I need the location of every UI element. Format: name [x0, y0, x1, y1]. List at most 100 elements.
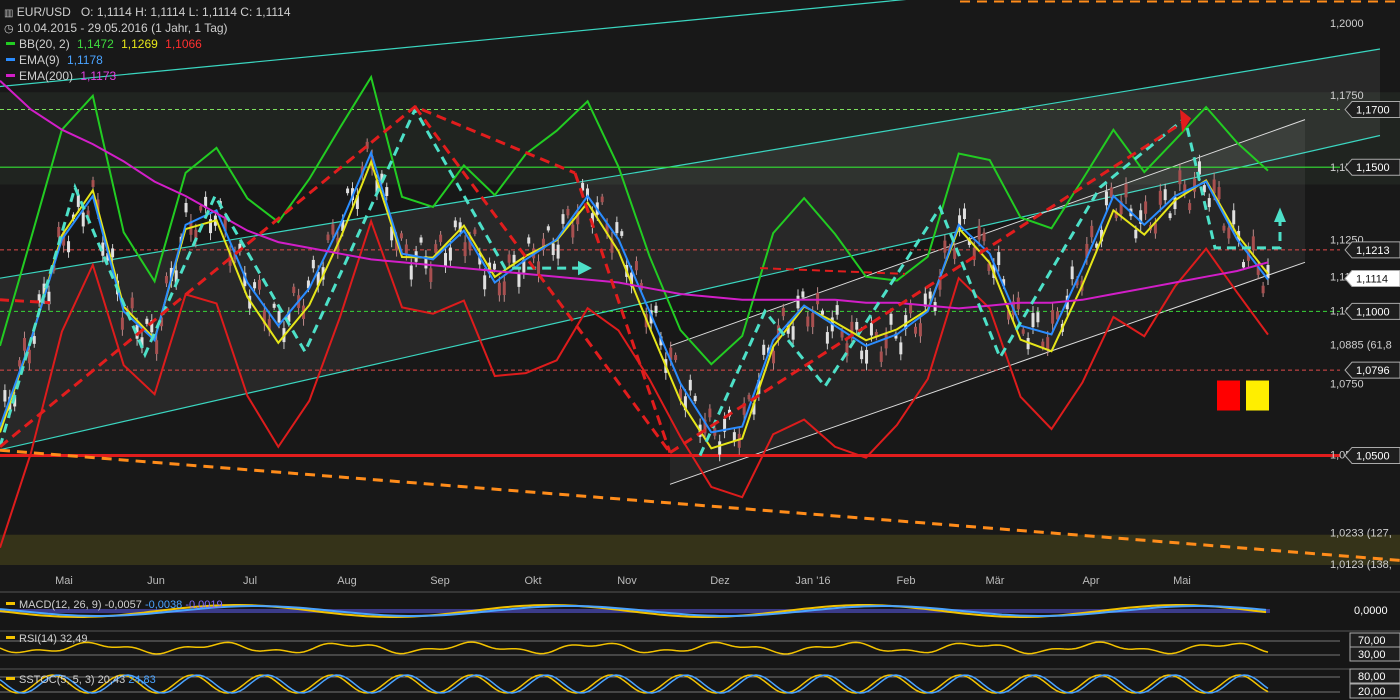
- candle-body: [1090, 225, 1094, 238]
- candle-body: [762, 344, 766, 355]
- candle-body: [76, 195, 80, 207]
- red-marker-square: [1217, 380, 1240, 411]
- candle-body: [130, 297, 134, 309]
- candle-body: [781, 307, 785, 317]
- x-axis-label: Jul: [243, 575, 257, 587]
- subpanel-value-label: 30,00: [1358, 649, 1386, 661]
- x-axis-label: Dez: [710, 575, 730, 587]
- candle-body: [865, 349, 869, 364]
- candle-body: [1036, 312, 1040, 323]
- candle-body: [801, 291, 805, 298]
- rsi-swatch: [6, 636, 15, 640]
- price-chart: 1,20001,17501,1501 (0,001,12501,1120 (38…: [0, 0, 1400, 700]
- candle-body: [507, 254, 511, 263]
- candle-body: [1070, 266, 1074, 280]
- rsi-legend[interactable]: RSI(14) 32,49: [4, 633, 88, 645]
- legend-bb[interactable]: BB(20, 2) 1,1472 1,1269 1,1066: [4, 37, 202, 51]
- candle-body: [326, 234, 330, 241]
- chart-type-icon: ▥: [4, 8, 14, 19]
- subpanel-value-label: 0,0000: [1354, 605, 1388, 617]
- candle-body: [615, 222, 619, 234]
- candle-body: [889, 313, 893, 325]
- candle-body: [914, 326, 918, 334]
- y-axis-tick-label: 1,2000: [1330, 18, 1364, 30]
- price-box-label: 1,1114: [1356, 273, 1388, 285]
- candle-body: [997, 252, 1001, 266]
- candle-body: [835, 305, 839, 315]
- x-axis-label: Jun: [147, 575, 165, 587]
- candle-body: [820, 310, 824, 315]
- candle-body: [825, 332, 829, 344]
- bb-lower-value: 1,1066: [165, 37, 202, 51]
- macd-value-2: -0,0038: [144, 599, 183, 611]
- ema9-swatch: [6, 57, 15, 61]
- x-axis-label: Nov: [617, 575, 637, 587]
- symbol-label: EUR/USD: [16, 5, 71, 19]
- candle-body: [855, 322, 859, 330]
- bb-mid-value: 1,1472: [77, 37, 114, 51]
- candle-body: [439, 234, 443, 243]
- header-symbol-row: ▥ EUR/USD O: 1,1114 H: 1,1114 L: 1,1114 …: [4, 5, 291, 19]
- macd-legend[interactable]: MACD(12, 26, 9) -0,0057 -0,0038 -0,0019: [4, 599, 223, 611]
- candle-body: [1227, 227, 1231, 239]
- x-axis-label: Mai: [1173, 575, 1191, 587]
- candle-body: [277, 310, 281, 323]
- stoch-label: SSTOC(5, 5, 3): [19, 674, 95, 686]
- yellow-marker-square: [1246, 380, 1269, 411]
- candle-body: [982, 232, 986, 242]
- candle-body: [571, 224, 575, 238]
- y-axis-tick-label: 1,0885 (61,8: [1330, 339, 1392, 351]
- candle-body: [620, 231, 624, 236]
- candle-body: [600, 196, 604, 203]
- candle-body: [1031, 313, 1035, 328]
- candle-body: [816, 292, 820, 305]
- legend-ema9[interactable]: EMA(9) 1,1178: [4, 53, 103, 67]
- legend-ema200[interactable]: EMA(200) 1,1173: [4, 69, 116, 83]
- candle-body: [1021, 329, 1025, 334]
- stoch-legend[interactable]: SSTOC(5, 5, 3) 20,43 24,83: [4, 674, 156, 686]
- price-box-label: 1,1000: [1356, 306, 1390, 318]
- candle-body: [796, 295, 800, 309]
- candle-body: [566, 208, 570, 216]
- period-label: 10.04.2015 - 29.05.2016 (1 Jahr, 1 Tag): [16, 21, 228, 35]
- y-axis-tick-label: 1,0123 (138,: [1330, 559, 1392, 571]
- candle-body: [1163, 189, 1167, 201]
- rsi-label: RSI(14): [19, 633, 57, 645]
- macd-swatch: [6, 602, 15, 606]
- candle-body: [444, 253, 448, 267]
- candle-body: [164, 275, 168, 284]
- candle-body: [884, 334, 888, 349]
- ema9-label: EMA(9): [19, 53, 60, 67]
- candle-body: [272, 303, 276, 308]
- candle-body: [385, 187, 389, 196]
- price-box-label: 1,1700: [1356, 105, 1390, 117]
- candle-body: [292, 286, 296, 294]
- candle-body: [1178, 170, 1182, 185]
- ohlc-values: O: 1,1114 H: 1,1114 L: 1,1114 C: 1,1114: [80, 5, 291, 19]
- stoch-value-2: 24,83: [128, 674, 156, 686]
- candle-body: [81, 212, 85, 227]
- x-axis-label: Sep: [430, 575, 450, 587]
- candle-body: [811, 313, 815, 328]
- candle-body: [688, 379, 692, 391]
- candle-body: [184, 202, 188, 213]
- candle-body: [18, 360, 22, 367]
- candle-body: [772, 350, 776, 364]
- candle-body: [448, 247, 452, 261]
- candle-body: [1222, 225, 1226, 231]
- candle-body: [928, 291, 932, 299]
- candle-body: [473, 229, 477, 234]
- candle-body: [483, 275, 487, 290]
- stoch-value: 20,43: [97, 674, 126, 686]
- subpanel-value-label: 20,00: [1358, 686, 1386, 698]
- candle-body: [32, 336, 36, 344]
- x-axis-label: Aug: [337, 575, 357, 587]
- price-box-label: 1,0500: [1356, 450, 1390, 462]
- candle-body: [556, 244, 560, 259]
- candle-body: [634, 261, 638, 271]
- candle-body: [111, 248, 115, 258]
- candle-body: [3, 390, 7, 402]
- candle-body: [718, 441, 722, 455]
- candle-body: [57, 226, 61, 238]
- candle-body: [1144, 201, 1148, 214]
